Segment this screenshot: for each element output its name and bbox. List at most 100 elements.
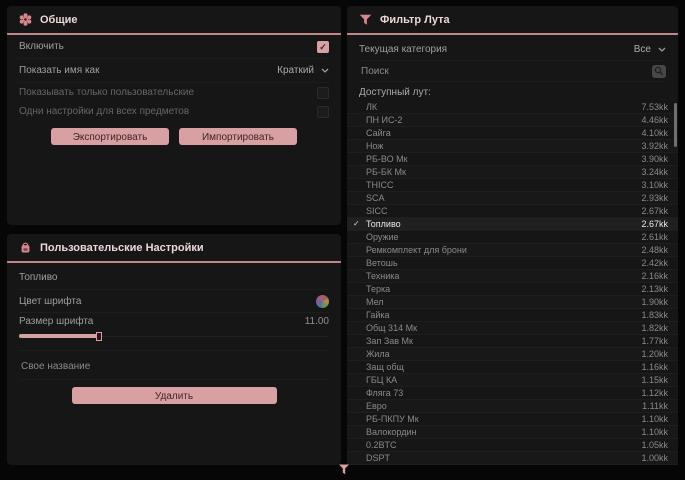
loot-list-item[interactable]: Оружие2.61kk <box>347 231 678 244</box>
loot-item-value: 3.10kk <box>641 180 668 190</box>
loot-list-item[interactable]: ГБЦ КА1.15kk <box>347 374 678 387</box>
delete-button[interactable]: Удалить <box>72 387 277 404</box>
loot-list-item[interactable]: Гайка1.83kk <box>347 309 678 322</box>
font-color-label: Цвет шрифта <box>19 296 81 307</box>
loot-item-value: 1.10kk <box>641 427 668 437</box>
export-button[interactable]: Экспортировать <box>51 128 169 145</box>
loot-item-value: 2.13kk <box>641 284 668 294</box>
slider-handle[interactable] <box>96 332 102 341</box>
loot-item-name: Защ общ <box>366 362 641 372</box>
font-size-row: Размер шрифта 11.00 <box>19 312 329 330</box>
panel-title: Общие <box>40 14 78 26</box>
loot-item-value: 1.20kk <box>641 349 668 359</box>
loot-item-value: 1.90kk <box>641 297 668 307</box>
loot-item-name: ГБЦ КА <box>366 375 641 385</box>
loot-list-item[interactable]: Терка2.13kk <box>347 283 678 296</box>
loot-item-name: Евро <box>366 401 642 411</box>
left-column: Общие Включить ✓ Показать имя как Кратки… <box>7 6 341 465</box>
category-dropdown[interactable]: Все <box>634 44 666 55</box>
loot-item-name: SICC <box>366 206 641 216</box>
loot-list-item[interactable]: SICC2.67kk <box>347 205 678 218</box>
setting-row-name-mode: Показать имя как Краткий <box>19 59 329 83</box>
loot-item-name: РБ-БК Мк <box>366 167 641 177</box>
loot-list-item[interactable]: Общ 314 Мк1.82kk <box>347 322 678 335</box>
loot-item-name: Топливо <box>366 219 641 229</box>
loot-list-item[interactable]: Евро1.11kk <box>347 400 678 413</box>
loot-item-value: 2.67kk <box>641 219 668 229</box>
delete-row: Удалить <box>19 387 329 404</box>
setting-row-same-for-all: Одни настройки для всех предметов <box>19 102 329 121</box>
loot-item-value: 2.16kk <box>641 271 668 281</box>
custom-name-input[interactable] <box>19 360 333 373</box>
loot-list-item[interactable]: РБ-БК Мк3.24kk <box>347 166 678 179</box>
loot-list-item[interactable]: Сайга4.10kk <box>347 127 678 140</box>
only-custom-checkbox[interactable] <box>317 87 329 99</box>
loot-list-item[interactable]: DSPT1.00kk <box>347 452 678 465</box>
setting-label: Показать имя как <box>19 65 99 76</box>
search-row <box>359 61 666 82</box>
loot-list-item[interactable]: Защ общ1.16kk <box>347 361 678 374</box>
loot-list-item[interactable]: Фляга 731.12kk <box>347 387 678 400</box>
loot-item-name: ПН ИС-2 <box>366 115 641 125</box>
search-icon[interactable] <box>652 65 666 78</box>
loot-item-value: 2.67kk <box>641 206 668 216</box>
search-input[interactable] <box>359 65 652 78</box>
dropdown-value: Краткий <box>277 65 314 76</box>
loot-list-item[interactable]: Зап Зав Мк1.77kk <box>347 335 678 348</box>
loot-item-value: 1.15kk <box>641 375 668 385</box>
loot-list-item[interactable]: Нож3.92kk <box>347 140 678 153</box>
name-mode-dropdown[interactable]: Краткий <box>277 65 329 76</box>
export-import-buttons: Экспортировать Импортировать <box>19 128 329 145</box>
panel-general: Общие Включить ✓ Показать имя как Кратки… <box>7 6 341 225</box>
backpack-icon <box>19 241 32 254</box>
loot-list-item[interactable]: THICC3.10kk <box>347 179 678 192</box>
loot-item-value: 4.10kk <box>641 128 668 138</box>
loot-item-value: 3.92kk <box>641 141 668 151</box>
loot-item-name: Жила <box>366 349 641 359</box>
dropdown-value: Все <box>634 44 651 55</box>
loot-list-item[interactable]: ✓Топливо2.67kk <box>347 218 678 231</box>
loot-list-item[interactable]: ЛК7.53kk <box>347 101 678 114</box>
loot-list-item[interactable]: Ремкомплект для брони2.48kk <box>347 244 678 257</box>
loot-item-value: 1.83kk <box>641 310 668 320</box>
selected-item-name: Топливо <box>19 263 329 289</box>
loot-item-name: Мел <box>366 297 641 307</box>
loot-list-item[interactable]: Жила1.20kk <box>347 348 678 361</box>
loot-item-name: ЛК <box>366 102 641 112</box>
loot-item-value: 1.16kk <box>641 362 668 372</box>
loot-item-value: 1.00kk <box>641 453 668 463</box>
import-button[interactable]: Импортировать <box>179 128 297 145</box>
category-label: Текущая категория <box>359 44 447 55</box>
custom-name-row <box>19 350 329 380</box>
loot-list-item[interactable]: Техника2.16kk <box>347 270 678 283</box>
loot-item-name: Ветошь <box>366 258 641 268</box>
loot-list-item[interactable]: ПН ИС-24.46kk <box>347 114 678 127</box>
font-size-slider[interactable] <box>19 331 329 342</box>
slider-fill <box>19 334 99 338</box>
loot-item-value: 1.77kk <box>641 336 668 346</box>
panel-title: Фильтр Лута <box>380 14 450 26</box>
funnel-icon <box>359 14 372 26</box>
loot-item-value: 7.53kk <box>641 102 668 112</box>
loot-list-item[interactable]: Мел1.90kk <box>347 296 678 309</box>
loot-item-value: 2.93kk <box>641 193 668 203</box>
font-size-value: 11.00 <box>305 316 329 327</box>
loot-list-item[interactable]: Валокордин1.10kk <box>347 426 678 439</box>
loot-item-name: Фляга 73 <box>366 388 641 398</box>
loot-item-value: 1.10kk <box>641 414 668 424</box>
gear-flower-icon <box>19 13 32 26</box>
loot-list-item[interactable]: РБ-ПКПУ Мк1.10kk <box>347 413 678 426</box>
loot-list-item[interactable]: Ветошь2.42kk <box>347 257 678 270</box>
loot-list-item[interactable]: SCA2.93kk <box>347 192 678 205</box>
loot-list-item[interactable]: 0.2BTC1.05kk <box>347 439 678 452</box>
loot-list-scrollbar[interactable] <box>674 103 677 147</box>
loot-list-item[interactable]: РБ-ВО Мк3.90kk <box>347 153 678 166</box>
chevron-down-icon <box>321 68 329 73</box>
enable-checkbox[interactable]: ✓ <box>317 41 329 53</box>
bottom-funnel-icon[interactable] <box>338 462 350 473</box>
color-wheel-icon[interactable] <box>316 295 329 308</box>
loot-item-name: РБ-ПКПУ Мк <box>366 414 641 424</box>
same-for-all-checkbox[interactable] <box>317 106 329 118</box>
loot-item-name: Терка <box>366 284 641 294</box>
loot-panel-header: Фильтр Лута <box>359 6 666 33</box>
